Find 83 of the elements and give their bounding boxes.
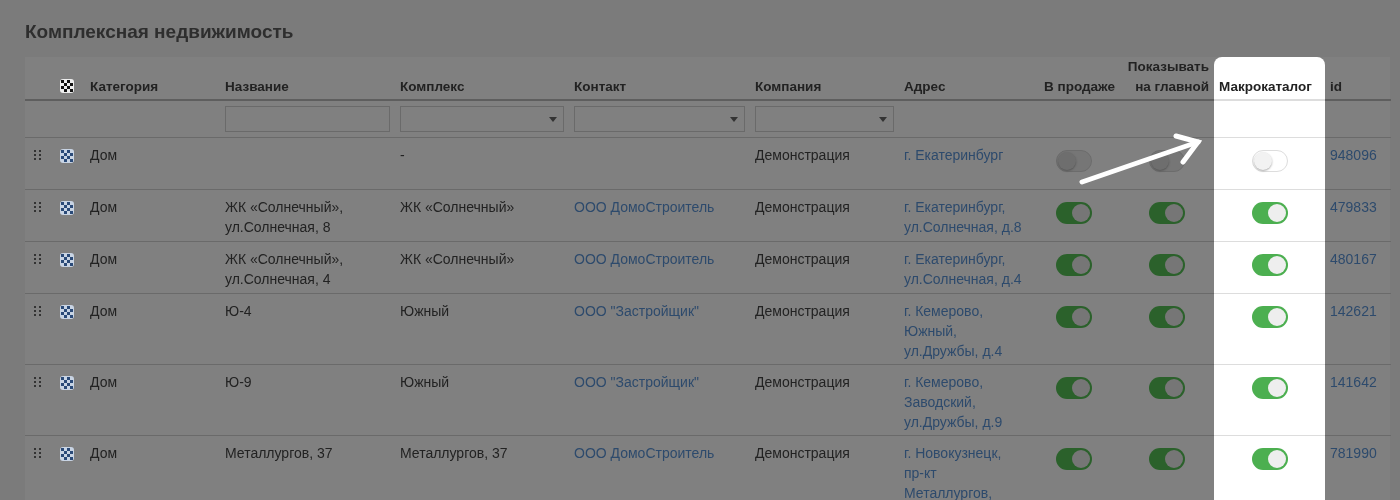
column-header[interactable]: Комплекс — [400, 77, 465, 97]
address-link[interactable]: г. Кемерово, Южный, ул.Дружбы, д.4 — [904, 301, 1023, 361]
table-cell-text: - — [400, 146, 406, 165]
contact-link[interactable]: ООО "Застройщик" — [574, 372, 745, 392]
id-link[interactable]: 781990 — [1330, 445, 1377, 461]
filter-dropdown[interactable] — [400, 106, 564, 132]
drag-handle-icon[interactable] — [34, 150, 41, 160]
toggle-switch[interactable] — [1251, 448, 1288, 470]
address-link[interactable]: г. Новокузнецк, пр-кт Металлургов, — [904, 443, 1023, 500]
table-cell-text: Демонстрация — [755, 250, 851, 269]
id-link[interactable]: 479833 — [1330, 199, 1377, 215]
drag-handle-icon[interactable] — [34, 202, 41, 212]
toggle-switch[interactable] — [1251, 202, 1288, 224]
id-link[interactable]: 142621 — [1330, 303, 1377, 319]
toggle-switch[interactable] — [1251, 377, 1288, 399]
table-cell-text: Дом — [90, 198, 119, 217]
id-link[interactable]: 948096 — [1330, 147, 1377, 163]
table-cell-text: Металлургов, 37 — [400, 444, 509, 463]
toggle-switch[interactable] — [1149, 448, 1185, 470]
table-cell-text: Ю-4 — [225, 302, 253, 321]
column-header[interactable]: Макрокаталог — [1219, 77, 1312, 97]
column-header[interactable]: В продаже — [1044, 77, 1115, 97]
contact-link[interactable]: ООО ДомоСтроитель — [574, 197, 745, 217]
filter-dropdown[interactable] — [755, 106, 894, 132]
address-link[interactable]: г. Кемерово, Заводский, ул.Дружбы, д.9 — [904, 372, 1023, 432]
table-cell-text: Ю-9 — [225, 373, 253, 392]
checkered-icon — [60, 253, 74, 267]
table-cell-text: ЖК «Солнечный» — [400, 250, 516, 269]
table-cell-text: Дом — [90, 444, 119, 463]
toggle-switch[interactable] — [1056, 150, 1092, 172]
filter-dropdown[interactable] — [574, 106, 745, 132]
table-cell-text: Демонстрация — [755, 198, 851, 217]
checkered-icon — [60, 305, 74, 319]
table-cell-text: ЖК «Солнечный», ул.Солнечная, 4 — [225, 250, 345, 289]
column-header[interactable]: Показывать на главной — [1125, 57, 1209, 97]
contact-link[interactable]: ООО "Застройщик" — [574, 301, 745, 321]
column-header[interactable]: Адрес — [904, 77, 946, 97]
toggle-switch[interactable] — [1251, 306, 1288, 328]
table-cell-text: Южный — [400, 373, 451, 392]
table-cell-text: Дом — [90, 146, 119, 165]
toggle-switch[interactable] — [1149, 306, 1185, 328]
table-cell-text: Дом — [90, 373, 119, 392]
address-link[interactable]: г. Екатеринбург, ул.Солнечная, д.8 — [904, 197, 1023, 237]
table-cell-text: Южный — [400, 302, 451, 321]
toggle-switch[interactable] — [1149, 377, 1185, 399]
drag-handle-icon[interactable] — [34, 377, 41, 387]
table-cell-text: Дом — [90, 302, 119, 321]
toggle-switch[interactable] — [1149, 202, 1185, 224]
toggle-switch[interactable] — [1149, 254, 1185, 276]
table-cell-text: ЖК «Солнечный» — [400, 198, 516, 217]
page-title: Комплексная недвижимость — [24, 20, 295, 44]
column-header[interactable]: id — [1330, 77, 1342, 97]
id-link[interactable]: 480167 — [1330, 251, 1377, 267]
toggle-switch[interactable] — [1056, 448, 1092, 470]
checkered-icon — [60, 149, 74, 163]
table-cell-text: Дом — [90, 250, 119, 269]
table-cell-text: Демонстрация — [755, 373, 851, 392]
id-link[interactable]: 141642 — [1330, 374, 1377, 390]
address-link[interactable]: г. Екатеринбург — [904, 145, 1023, 165]
column-header[interactable]: Название — [225, 77, 289, 97]
column-header[interactable]: Компания — [755, 77, 822, 97]
column-header[interactable]: Контакт — [574, 77, 627, 97]
toggle-switch[interactable] — [1056, 306, 1092, 328]
column-header[interactable]: Категория — [90, 77, 159, 97]
contact-link[interactable]: ООО ДомоСтроитель — [574, 443, 745, 463]
table-cell-text: Демонстрация — [755, 444, 851, 463]
checkered-icon — [60, 201, 74, 215]
contact-link[interactable]: ООО ДомоСтроитель — [574, 249, 745, 269]
address-link[interactable]: г. Екатеринбург, ул.Солнечная, д.4 — [904, 249, 1023, 289]
toggle-switch[interactable] — [1056, 202, 1092, 224]
table-cell-text: Демонстрация — [755, 302, 851, 321]
toggle-switch[interactable] — [1056, 377, 1092, 399]
checkered-icon — [60, 447, 74, 461]
checkered-icon — [60, 79, 74, 93]
table-cell-text: Металлургов, 37 — [225, 444, 334, 463]
table-cell-text: Демонстрация — [755, 146, 851, 165]
toggle-switch[interactable] — [1251, 254, 1288, 276]
drag-handle-icon[interactable] — [34, 306, 41, 316]
drag-handle-icon[interactable] — [34, 448, 41, 458]
toggle-switch[interactable] — [1056, 254, 1092, 276]
drag-handle-icon[interactable] — [34, 254, 41, 264]
table-cell-text: ЖК «Солнечный», ул.Солнечная, 8 — [225, 198, 345, 237]
checkered-icon — [60, 376, 74, 390]
